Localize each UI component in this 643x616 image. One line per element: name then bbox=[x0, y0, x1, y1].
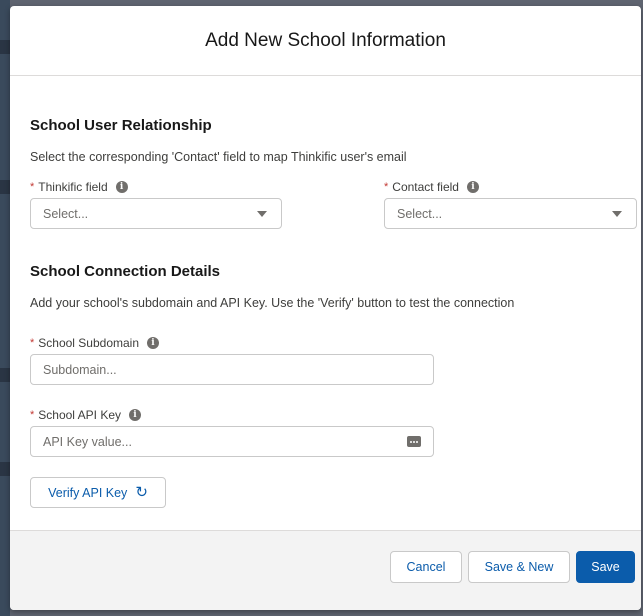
background-mark bbox=[0, 40, 10, 54]
contact-field-select[interactable]: Select... bbox=[384, 198, 637, 229]
thinkific-field-label: * Thinkific field i bbox=[30, 180, 128, 194]
required-mark: * bbox=[30, 409, 35, 421]
subdomain-input[interactable] bbox=[43, 362, 421, 377]
subdomain-label: * School Subdomain i bbox=[30, 336, 160, 350]
thinkific-field-select[interactable]: Select... bbox=[30, 198, 282, 229]
background-mark bbox=[0, 462, 10, 476]
api-key-label: * School API Key i bbox=[30, 408, 141, 422]
section-title-connection: School Connection Details bbox=[30, 263, 221, 280]
subdomain-input-wrapper bbox=[30, 354, 434, 385]
add-school-modal: Add New School Information School User R… bbox=[10, 6, 641, 610]
required-mark: * bbox=[30, 337, 35, 349]
subdomain-label-text: School Subdomain bbox=[38, 336, 140, 350]
info-icon[interactable]: i bbox=[466, 181, 479, 193]
verify-api-key-button[interactable]: Verify API Key ↻ bbox=[30, 477, 166, 508]
info-icon[interactable]: i bbox=[115, 181, 128, 193]
background-page bbox=[0, 0, 10, 616]
modal-header: Add New School Information bbox=[10, 6, 641, 76]
save-button[interactable]: Save bbox=[576, 551, 635, 583]
cancel-button[interactable]: Cancel bbox=[390, 551, 462, 583]
api-key-label-text: School API Key bbox=[38, 408, 121, 422]
modal-body: School User Relationship Select the corr… bbox=[10, 76, 641, 530]
background-mark bbox=[0, 180, 10, 194]
chevron-down-icon bbox=[612, 210, 622, 217]
info-icon[interactable]: i bbox=[129, 409, 141, 421]
chevron-down-icon bbox=[257, 210, 267, 217]
modal-footer: Cancel Save & New Save bbox=[10, 530, 641, 610]
required-mark: * bbox=[384, 181, 389, 193]
section-title-relationship: School User Relationship bbox=[30, 117, 212, 134]
save-and-new-button[interactable]: Save & New bbox=[468, 551, 570, 583]
required-mark: * bbox=[30, 181, 35, 193]
contact-field-value: Select... bbox=[397, 206, 443, 221]
info-icon[interactable]: i bbox=[147, 337, 160, 349]
contact-field-label-text: Contact field bbox=[392, 180, 459, 194]
key-masked-icon[interactable] bbox=[407, 436, 421, 447]
refresh-icon: ↻ bbox=[135, 483, 148, 501]
section-description-connection: Add your school's subdomain and API Key.… bbox=[30, 296, 515, 310]
background-mark bbox=[0, 368, 10, 382]
contact-field-label: * Contact field i bbox=[384, 180, 479, 194]
api-key-input-wrapper bbox=[30, 426, 434, 457]
api-key-input[interactable] bbox=[43, 434, 407, 449]
section-description-relationship: Select the corresponding 'Contact' field… bbox=[30, 150, 407, 164]
modal-title: Add New School Information bbox=[205, 29, 446, 51]
verify-api-key-label: Verify API Key bbox=[48, 485, 128, 500]
thinkific-field-value: Select... bbox=[43, 206, 89, 221]
thinkific-field-label-text: Thinkific field bbox=[38, 180, 108, 194]
